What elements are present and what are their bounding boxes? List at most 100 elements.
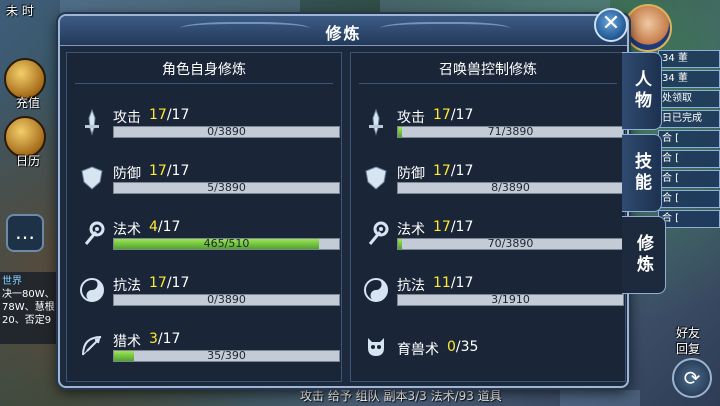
chat-bubble-icon: … bbox=[15, 220, 35, 244]
world-chat-line: 20、否定9 bbox=[2, 315, 52, 326]
dialog-title-bar: 修炼 bbox=[60, 16, 627, 46]
skill-row-magic[interactable]: 法术 17/17 70/3890 bbox=[351, 215, 625, 271]
skill-level: 11/17 bbox=[433, 275, 473, 291]
tab-character[interactable]: 人物 bbox=[622, 52, 662, 130]
skill-row-magic-resist[interactable]: 抗法 17/17 0/3890 bbox=[67, 271, 341, 327]
skill-level: 0/35 bbox=[447, 339, 478, 355]
skill-level: 17/17 bbox=[149, 275, 189, 291]
bow-icon bbox=[77, 331, 107, 361]
progress-text: 3/1910 bbox=[491, 293, 530, 306]
progress-bar: 0/3890 bbox=[113, 125, 340, 138]
skill-level: 17/17 bbox=[149, 107, 189, 123]
skill-row-attack[interactable]: 攻击 17/17 0/3890 bbox=[67, 103, 341, 159]
progress-text: 0/3890 bbox=[207, 125, 246, 138]
calendar-label: 日历 bbox=[16, 154, 41, 168]
skill-level-max: /17 bbox=[166, 275, 190, 291]
task-row[interactable]: 合 [ bbox=[658, 210, 720, 228]
progress-text: 465/510 bbox=[203, 237, 250, 250]
skill-level: 4/17 bbox=[149, 219, 180, 235]
skill-name: 攻击 bbox=[397, 110, 425, 126]
world-chat-box[interactable]: 世界 决一80W、 78W、慧根 20、否定9 bbox=[0, 272, 60, 344]
divider bbox=[359, 83, 617, 84]
task-row[interactable]: 处领取 bbox=[658, 90, 720, 108]
game-time: 未 时 bbox=[6, 4, 34, 18]
staff-icon bbox=[361, 219, 391, 249]
skill-name: 猎术 bbox=[113, 334, 141, 350]
skill-name: 防御 bbox=[113, 166, 141, 182]
task-row[interactable]: 合 [ bbox=[658, 170, 720, 188]
friends-label[interactable]: 好友 bbox=[676, 324, 700, 341]
world-channel-label: 世界 bbox=[2, 276, 22, 287]
task-row[interactable]: 合 [ bbox=[658, 130, 720, 148]
tab-cultivation[interactable]: 修炼 bbox=[622, 216, 666, 294]
world-chat-line: 78W、慧根 bbox=[2, 302, 55, 313]
task-row[interactable]: 34 董 bbox=[658, 50, 720, 68]
skill-level-max: /17 bbox=[166, 163, 190, 179]
progress-text: 5/3890 bbox=[207, 181, 246, 194]
beast-skull-icon bbox=[361, 331, 391, 361]
skill-name: 抗法 bbox=[113, 278, 141, 294]
skill-name: 防御 bbox=[397, 166, 425, 182]
divider bbox=[75, 83, 333, 84]
skill-name: 法术 bbox=[113, 222, 141, 238]
skill-level: 17/17 bbox=[433, 219, 473, 235]
skill-level-current: 17 bbox=[433, 107, 451, 123]
close-button[interactable]: ✕ bbox=[594, 8, 628, 42]
skill-level-max: /17 bbox=[450, 275, 474, 291]
progress-text: 8/3890 bbox=[491, 181, 530, 194]
skill-level: 17/17 bbox=[433, 163, 473, 179]
skill-row-beast-taming[interactable]: 育兽术 0/35 bbox=[351, 327, 625, 383]
sword-icon bbox=[361, 107, 391, 137]
shield-icon bbox=[361, 163, 391, 193]
progress-bar: 5/3890 bbox=[113, 181, 340, 194]
character-cultivation-panel: 角色自身修炼 攻击 17/17 0/3890 防御 17/17 5/3890 法… bbox=[66, 52, 342, 382]
skill-level-current: 17 bbox=[149, 275, 167, 291]
staff-icon bbox=[77, 219, 107, 249]
yinyang-icon bbox=[361, 275, 391, 305]
skill-level-current: 11 bbox=[433, 275, 451, 291]
panel-header: 角色自身修炼 bbox=[162, 62, 246, 78]
skill-name: 抗法 bbox=[397, 278, 425, 294]
task-row[interactable]: 日已完成 bbox=[658, 110, 720, 128]
skill-row-hunting[interactable]: 猎术 3/17 35/390 bbox=[67, 327, 341, 383]
skill-level-max: /17 bbox=[157, 331, 181, 347]
tab-skills[interactable]: 技能 bbox=[622, 134, 662, 212]
refresh-button[interactable]: ⟳ bbox=[672, 358, 712, 398]
skill-level-current: 3 bbox=[149, 331, 158, 347]
recharge-label: 充值 bbox=[16, 96, 41, 110]
yinyang-icon bbox=[77, 275, 107, 305]
skill-level-current: 17 bbox=[433, 163, 451, 179]
skill-row-defense[interactable]: 防御 17/17 5/3890 bbox=[67, 159, 341, 215]
panel-header: 召唤兽控制修炼 bbox=[439, 62, 537, 78]
progress-bar: 8/3890 bbox=[397, 181, 624, 194]
world-chat-line: 决一80W、 bbox=[2, 289, 55, 300]
progress-bar: 70/3890 bbox=[397, 237, 624, 250]
task-list[interactable]: 34 董 34 董 处领取 日已完成 合 [ 合 [ 合 [ 合 [ 合 [ bbox=[658, 50, 720, 230]
skill-level-max: /17 bbox=[450, 107, 474, 123]
skill-row-magic-resist[interactable]: 抗法 11/17 3/1910 bbox=[351, 271, 625, 327]
reply-label[interactable]: 回复 bbox=[676, 340, 700, 357]
skill-row-magic[interactable]: 法术 4/17 465/510 bbox=[67, 215, 341, 271]
bottom-action-bar[interactable]: 攻击 给予 组队 副本3/3 法术/93 道具 bbox=[300, 387, 502, 404]
chat-button[interactable]: … bbox=[6, 214, 44, 252]
skill-level-current: 4 bbox=[149, 219, 158, 235]
task-row[interactable]: 34 董 bbox=[658, 70, 720, 88]
sword-icon bbox=[77, 107, 107, 137]
skill-level: 17/17 bbox=[149, 163, 189, 179]
skill-row-defense[interactable]: 防御 17/17 8/3890 bbox=[351, 159, 625, 215]
skill-level-max: /35 bbox=[455, 339, 479, 355]
progress-bar: 3/1910 bbox=[397, 293, 624, 306]
skill-level: 3/17 bbox=[149, 331, 180, 347]
skill-name: 法术 bbox=[397, 222, 425, 238]
skill-row-attack[interactable]: 攻击 17/17 71/3890 bbox=[351, 103, 625, 159]
progress-text: 35/390 bbox=[207, 349, 246, 362]
task-row[interactable]: 合 [ bbox=[658, 190, 720, 208]
player-avatar[interactable] bbox=[624, 4, 672, 52]
skill-level-current: 17 bbox=[433, 219, 451, 235]
refresh-icon: ⟳ bbox=[683, 366, 701, 390]
skill-level-current: 17 bbox=[149, 163, 167, 179]
skill-level-max: /17 bbox=[166, 107, 190, 123]
progress-bar: 71/3890 bbox=[397, 125, 624, 138]
progress-bar: 465/510 bbox=[113, 237, 340, 250]
task-row[interactable]: 合 [ bbox=[658, 150, 720, 168]
